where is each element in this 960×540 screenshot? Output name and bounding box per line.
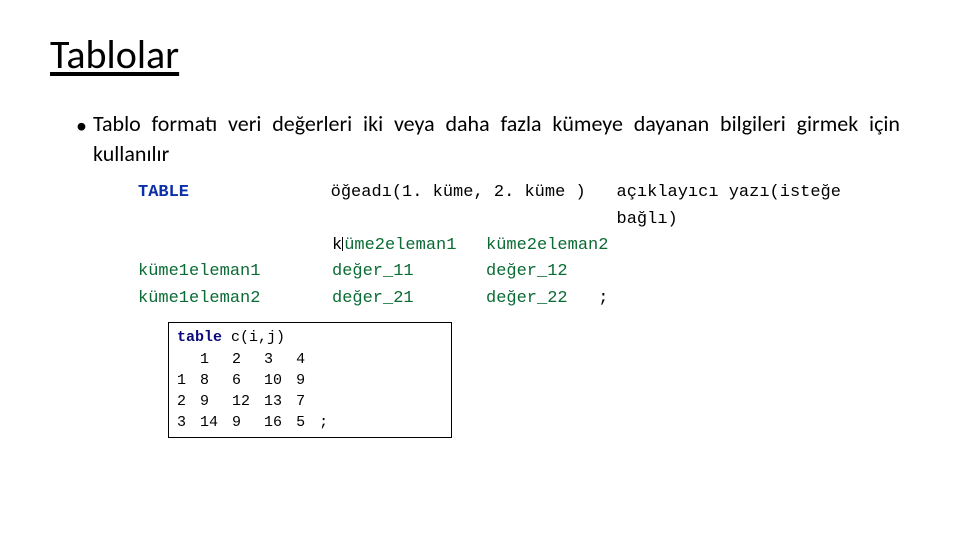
syntax-val-22-wrap: değer_22 ; (486, 286, 608, 312)
syntax-description: açıklayıcı yazı(isteğe bağlı) (617, 180, 910, 233)
table-row: 3 14 9 16 5 ; (177, 412, 342, 433)
bullet-dot-icon: • (76, 109, 87, 141)
bullet-item: • Tablo formatı veri değerleri iki veya … (76, 109, 900, 168)
syntax-row-header: TABLE öğeadı(1. küme, 2. küme ) açıklayı… (138, 180, 910, 233)
example-cell: 8 (200, 370, 232, 391)
example-table: 1 2 3 4 1 8 6 10 9 2 9 12 13 7 (177, 349, 342, 433)
example-cell: 9 (232, 412, 264, 433)
syntax-val-22: değer_22 (486, 289, 568, 308)
example-cell: 5 (296, 412, 319, 433)
syntax-rowlabel-1: küme1eleman1 (138, 259, 308, 285)
example-cell: 10 (264, 370, 296, 391)
syntax-item-name: öğeadı(1. küme, 2. küme ) (331, 180, 593, 233)
example-cell: 9 (200, 391, 232, 412)
example-cell: 12 (232, 391, 264, 412)
example-call: c(i,j) (222, 329, 285, 346)
semicolon-char: ; (598, 289, 608, 308)
syntax-val-12: değer_12 (486, 259, 616, 285)
example-header-cell: 2 (232, 349, 264, 370)
syntax-row-2: küme1eleman2 değer_21 değer_22 ; (138, 286, 910, 312)
example-header-row: 1 2 3 4 (177, 349, 342, 370)
table-row: 1 8 6 10 9 (177, 370, 342, 391)
syntax-colhead-2: küme2eleman2 (486, 233, 616, 259)
example-header-cell: 3 (264, 349, 296, 370)
table-keyword: TABLE (138, 180, 307, 233)
slide-title: Tablolar (50, 30, 910, 79)
syntax-row-colheads: küme2eleman1 küme2eleman2 (138, 233, 910, 259)
example-box: table c(i,j) 1 2 3 4 1 8 6 10 9 2 9 1 (168, 322, 452, 438)
example-cell: 7 (296, 391, 319, 412)
syntax-semicolon: ; (578, 289, 609, 308)
example-empty-cell (319, 370, 342, 391)
table-row: 2 9 12 13 7 (177, 391, 342, 412)
colhead-1-text: üme2eleman1 (344, 236, 456, 255)
example-header-cell (177, 349, 200, 370)
example-empty-cell (319, 391, 342, 412)
example-cell: 14 (200, 412, 232, 433)
syntax-row-1: küme1eleman1 değer_11 değer_12 (138, 259, 910, 285)
syntax-val-21: değer_21 (332, 286, 462, 312)
example-header-cell: 4 (296, 349, 319, 370)
example-empty-cell (319, 349, 342, 370)
bullet-text: Tablo formatı veri değerleri iki veya da… (93, 109, 900, 168)
example-cell: 9 (296, 370, 319, 391)
spacer (138, 233, 308, 259)
colhead-prefix: k (332, 236, 342, 255)
syntax-block: TABLE öğeadı(1. küme, 2. küme ) açıklayı… (138, 180, 910, 312)
syntax-val-11: değer_11 (332, 259, 462, 285)
slide: Tablolar • Tablo formatı veri değerleri … (0, 0, 960, 468)
example-cell: 2 (177, 391, 200, 412)
example-header-cell: 1 (200, 349, 232, 370)
example-cell: 1 (177, 370, 200, 391)
example-declaration: table c(i,j) (177, 327, 443, 349)
example-cell: 13 (264, 391, 296, 412)
example-cell: 6 (232, 370, 264, 391)
example-cell: 3 (177, 412, 200, 433)
syntax-colhead-1: küme2eleman1 (332, 233, 462, 259)
example-semicolon: ; (319, 412, 342, 433)
example-cell: 16 (264, 412, 296, 433)
example-table-keyword: table (177, 329, 222, 346)
syntax-rowlabel-2: küme1eleman2 (138, 286, 308, 312)
